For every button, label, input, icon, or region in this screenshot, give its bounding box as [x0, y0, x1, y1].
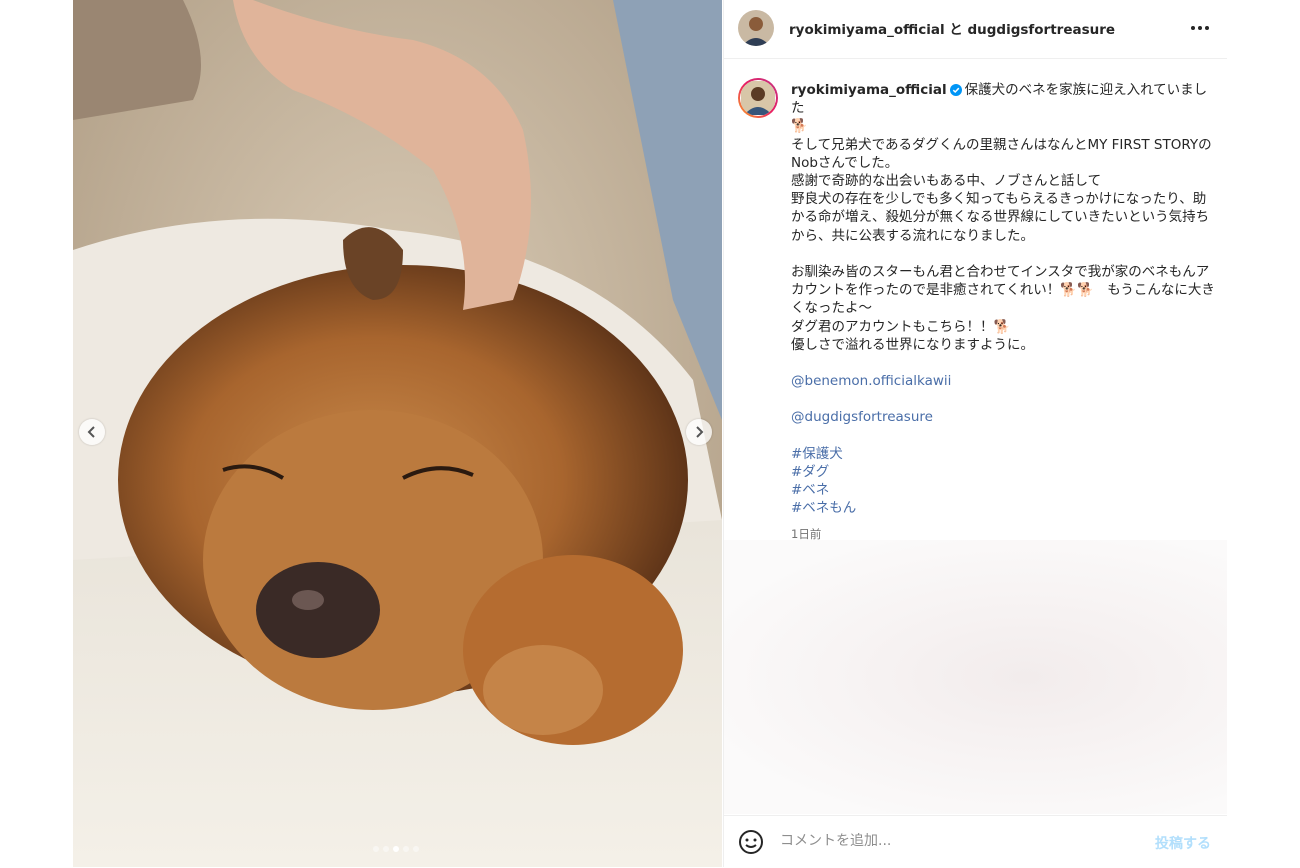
- dog-photo: [73, 0, 722, 867]
- slide-dot: [413, 846, 419, 852]
- post-header: ryokimiyama_official と dugdigsfortreasur…: [724, 0, 1227, 59]
- hashtag-link[interactable]: #ベネもん: [791, 499, 1216, 517]
- hashtag-link[interactable]: #ダグ: [791, 463, 1216, 481]
- mention-link-benemon[interactable]: @benemon.officialkawii: [791, 372, 1216, 390]
- avatar-image: [741, 81, 775, 115]
- comment-input[interactable]: [780, 833, 1120, 849]
- chevron-right-icon: [696, 426, 704, 438]
- chevron-left-icon: [87, 426, 95, 438]
- blurred-comments-area: [724, 540, 1227, 814]
- caption-text: ryokimiyama_official 保護犬のベネを家族に迎え入れていました …: [791, 81, 1216, 544]
- more-options-button[interactable]: [1188, 18, 1212, 38]
- slide-dot: [383, 846, 389, 852]
- slide-dot-active: [393, 846, 399, 852]
- author-avatar[interactable]: [738, 10, 774, 46]
- emoji-button[interactable]: [738, 829, 764, 859]
- verified-badge-icon: [949, 84, 962, 96]
- next-slide-button[interactable]: [686, 419, 712, 445]
- hashtag-link[interactable]: #ベネ: [791, 481, 1216, 499]
- header-names: ryokimiyama_official と dugdigsfortreasur…: [789, 18, 1115, 38]
- avatar-image: [738, 10, 774, 46]
- mention-link-dugdigs[interactable]: @dugdigsfortreasure: [791, 408, 1216, 426]
- slide-dot: [373, 846, 379, 852]
- caption-mentions: @benemon.officialkawii @dugdigsfortreasu…: [791, 372, 1216, 427]
- header-connector: と: [949, 22, 963, 38]
- header-author[interactable]: ryokimiyama_official: [789, 22, 945, 38]
- hashtag-link[interactable]: #保護犬: [791, 445, 1216, 463]
- header-collaborator[interactable]: dugdigsfortreasure: [967, 22, 1115, 38]
- previous-slide-button[interactable]: [79, 419, 105, 445]
- more-horizontal-icon: [1191, 26, 1209, 30]
- instagram-post: ryokimiyama_official と dugdigsfortreasur…: [73, 0, 1227, 867]
- smiley-icon: [739, 830, 763, 854]
- post-comment-button[interactable]: 投稿する: [1155, 833, 1211, 853]
- caption-paragraph-2: お馴染み皆のスターもん君と合わせてインスタで我が家のベネもんアカウントを作ったの…: [791, 264, 1215, 353]
- post-sidebar: ryokimiyama_official と dugdigsfortreasur…: [723, 0, 1227, 867]
- caption-avatar[interactable]: [738, 78, 778, 118]
- caption-avatar-inner: [740, 80, 776, 116]
- caption-username[interactable]: ryokimiyama_official: [791, 82, 947, 98]
- post-photo: [73, 0, 722, 867]
- caption-hashtags: #保護犬 #ダグ #ベネ #ベネもん: [791, 445, 1216, 518]
- caption-paragraph-1: 保護犬のベネを家族に迎え入れていました 🐕 そして兄弟犬であるダグくんの里親さん…: [791, 82, 1212, 244]
- comment-bar: 投稿する: [724, 815, 1227, 868]
- slide-indicator: [373, 846, 419, 852]
- slide-dot: [403, 846, 409, 852]
